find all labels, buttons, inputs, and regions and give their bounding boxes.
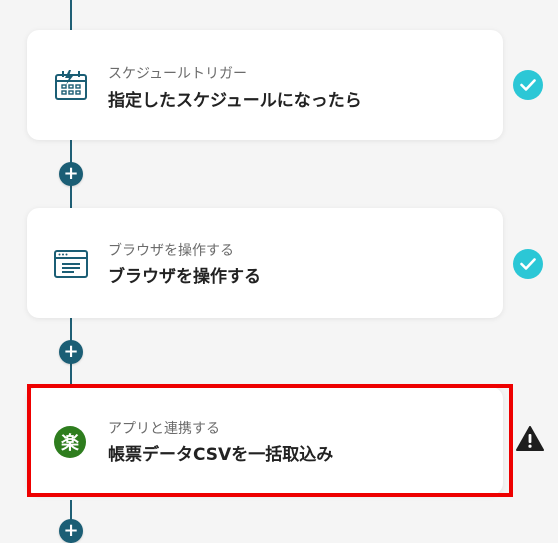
flow-step-browser-operation[interactable]: ブラウザを操作する ブラウザを操作する [27,208,503,318]
selected-step-highlight [27,384,513,497]
plus-icon: + [63,163,79,184]
step-subtitle: スケジュールトリガー [108,66,248,82]
step-title: 指定したスケジュールになったら [108,91,362,111]
flow-step-schedule-trigger[interactable]: スケジュールトリガー 指定したスケジュールになったら [27,30,503,140]
plus-icon: + [63,341,79,362]
plus-icon: + [63,520,79,541]
check-complete-icon [513,70,543,100]
check-complete-icon [513,249,543,279]
step-title: ブラウザを操作する [108,267,261,287]
browser-window-icon [53,248,89,284]
add-step-button[interactable]: + [59,519,83,543]
warning-icon [516,426,544,452]
schedule-calendar-icon [53,67,89,103]
add-step-button[interactable]: + [59,340,83,364]
connector-line [70,0,72,30]
add-step-button[interactable]: + [59,162,83,186]
step-subtitle: ブラウザを操作する [108,243,234,259]
